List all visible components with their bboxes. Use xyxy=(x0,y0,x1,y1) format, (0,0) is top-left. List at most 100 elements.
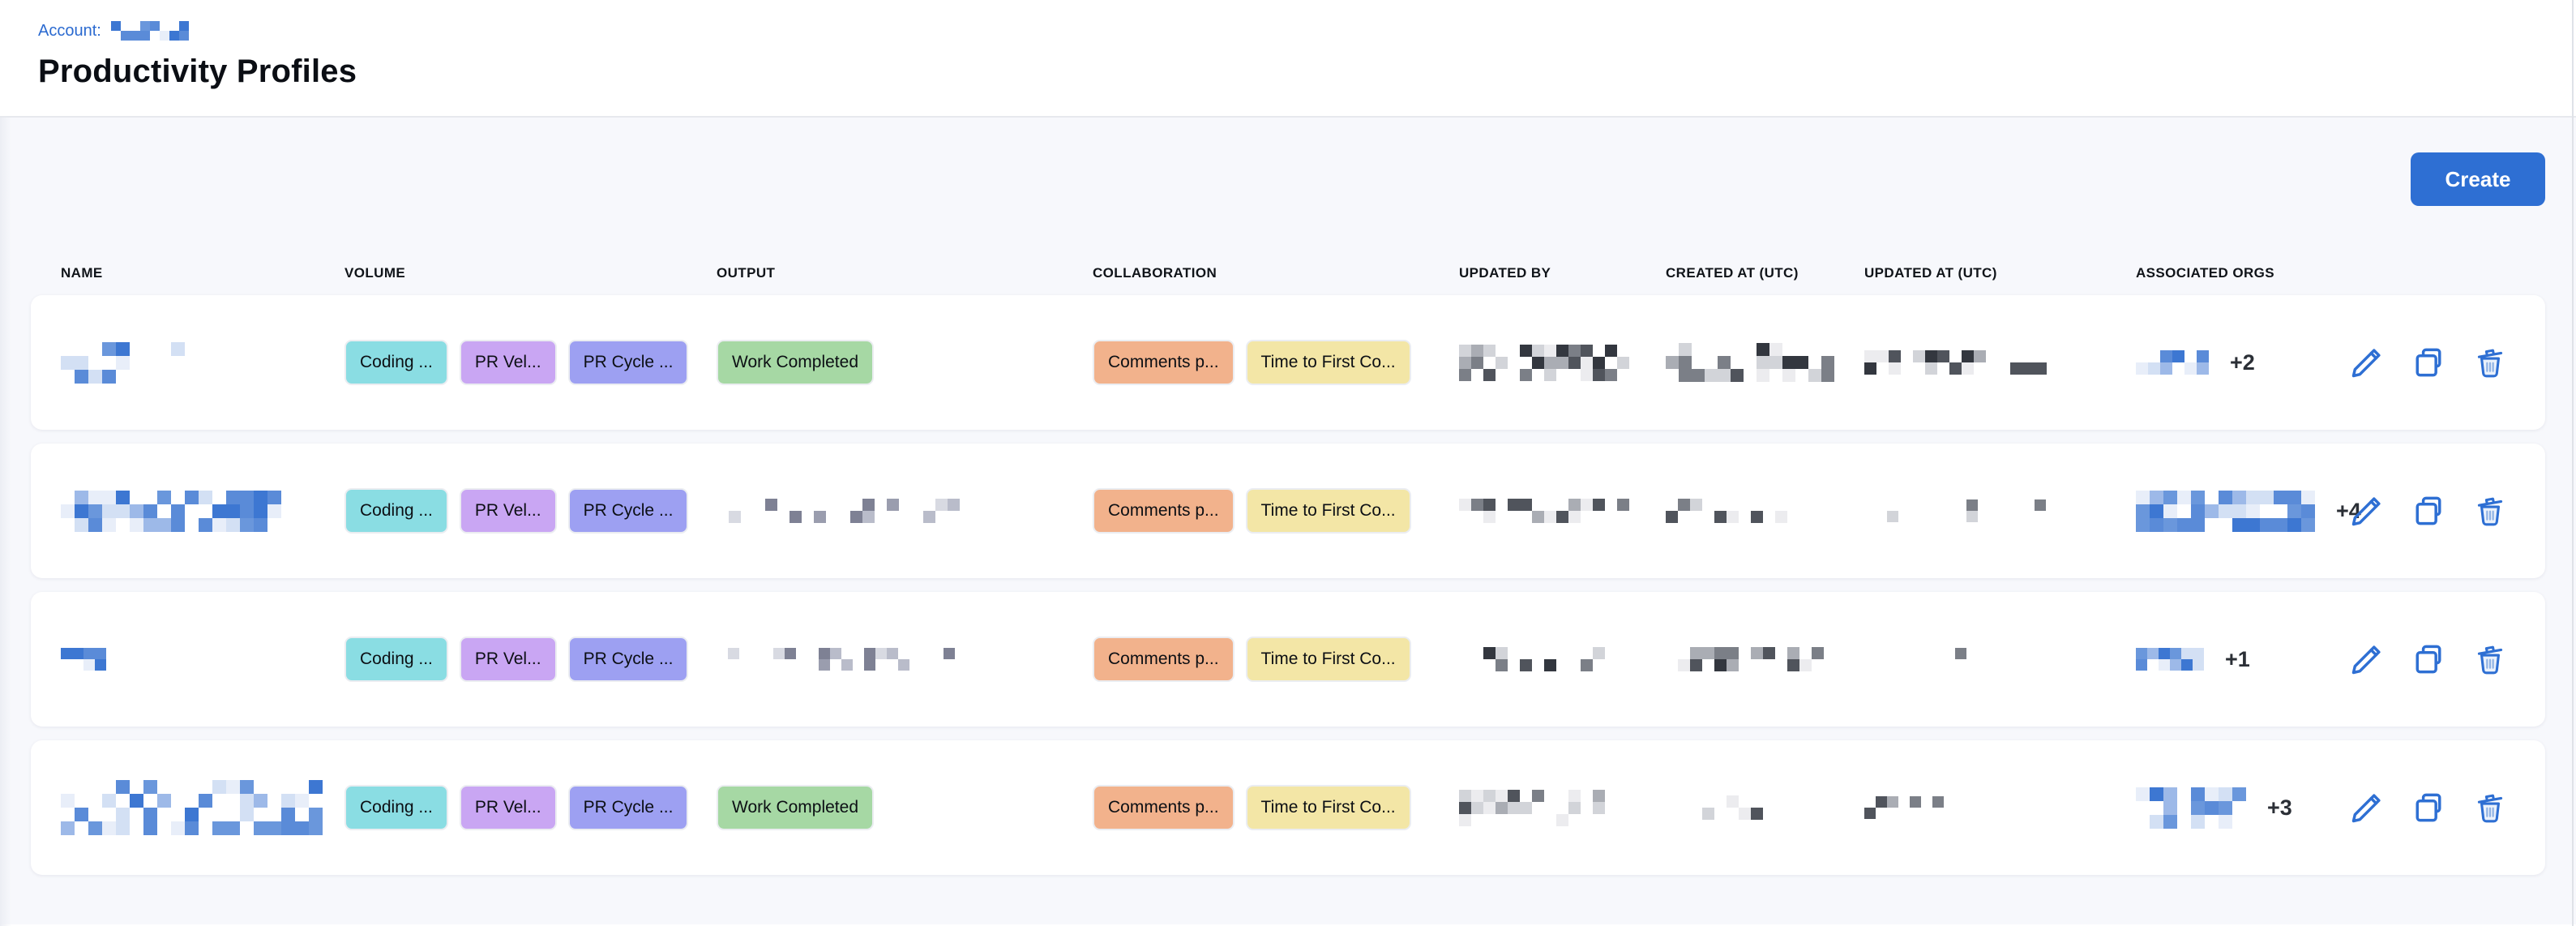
orgs-mosaic xyxy=(2136,648,2204,671)
created-at-mosaic xyxy=(1666,343,1834,382)
left-edge-shade xyxy=(0,118,11,926)
column-header-updated-by: UPDATED BY xyxy=(1459,265,1666,281)
table-row: Coding ...PR Vel...PR Cycle ... Comments… xyxy=(31,444,2545,578)
created-at-mosaic xyxy=(1666,795,1763,820)
updated-at-redacted xyxy=(1864,796,2136,819)
collaboration-chip: Comments p... xyxy=(1093,340,1235,385)
delete-button[interactable] xyxy=(2472,641,2508,677)
volume-chip: PR Cycle ... xyxy=(568,785,689,830)
table-header-row: NAME VOLUME OUTPUT COLLABORATION UPDATED… xyxy=(31,251,2545,295)
name-mosaic xyxy=(61,780,323,835)
collaboration-metrics-cell: Comments p...Time to First Co... xyxy=(1093,340,1459,385)
table-row: Coding ...PR Vel...PR Cycle ... Comments… xyxy=(31,592,2545,727)
collaboration-chip: Comments p... xyxy=(1093,637,1235,682)
account-name-mosaic xyxy=(111,21,189,41)
created-at-mosaic xyxy=(1666,499,1787,523)
volume-chip: Coding ... xyxy=(344,340,448,385)
row-actions xyxy=(2334,493,2545,529)
volume-chip: PR Vel... xyxy=(460,637,557,682)
table-row: Coding ... PR Vel...PR Cycle ... Work Com… xyxy=(31,740,2545,875)
output-chip: Work Completed xyxy=(717,785,874,830)
created-at-redacted xyxy=(1666,795,1864,820)
edit-pencil-icon xyxy=(2349,493,2385,529)
volume-metrics-cell: Coding ...PR Vel...PR Cycle ... xyxy=(344,340,717,385)
column-header-volume: VOLUME xyxy=(344,265,717,281)
delete-trash-icon xyxy=(2472,345,2508,380)
updated-at-mosaic xyxy=(1864,648,2046,671)
orgs-mosaic xyxy=(2136,350,2209,375)
duplicate-button[interactable] xyxy=(2411,790,2446,825)
updated-by-redacted xyxy=(1459,345,1666,381)
updated-at-mosaic xyxy=(1864,796,1944,819)
main-content: Create NAME VOLUME OUTPUT COLLABORATION … xyxy=(0,118,2576,924)
edit-button[interactable] xyxy=(2349,641,2385,677)
associated-orgs-cell: +1 xyxy=(2136,647,2334,672)
collaboration-chip: Time to First Co... xyxy=(1246,785,1411,830)
column-header-updated-at: UPDATED AT (UTC) xyxy=(1864,265,2136,281)
output-metrics-cell: Work Completed xyxy=(717,340,1093,385)
volume-metrics-cell: Coding ...PR Vel...PR Cycle ... xyxy=(344,488,717,534)
collaboration-chip: Comments p... xyxy=(1093,785,1235,830)
delete-trash-icon xyxy=(2472,641,2508,677)
column-header-name: NAME xyxy=(61,265,344,281)
updated-by-redacted xyxy=(1459,499,1666,523)
profile-name-redacted xyxy=(61,780,344,835)
scrollbar-track[interactable] xyxy=(2572,0,2574,926)
output-metrics-cell xyxy=(717,499,1093,523)
table-row: Coding ...PR Vel...PR Cycle ... Work Com… xyxy=(31,295,2545,430)
column-header-collaboration: COLLABORATION xyxy=(1093,265,1459,281)
duplicate-button[interactable] xyxy=(2411,345,2446,380)
created-at-redacted xyxy=(1666,647,1864,671)
volume-chip: PR Cycle ... xyxy=(568,340,689,385)
edit-button[interactable] xyxy=(2349,493,2385,529)
duplicate-button[interactable] xyxy=(2411,493,2446,529)
delete-button[interactable] xyxy=(2472,790,2508,825)
name-mosaic xyxy=(61,648,106,671)
account-name-redacted xyxy=(111,21,189,41)
duplicate-copy-icon xyxy=(2411,493,2446,529)
orgs-more-count: +1 xyxy=(2225,647,2250,672)
orgs-more-count: +2 xyxy=(2230,350,2255,375)
name-mosaic xyxy=(61,342,199,384)
create-button[interactable]: Create xyxy=(2411,152,2545,206)
row-actions xyxy=(2334,790,2545,825)
output-mosaic xyxy=(717,648,955,671)
duplicate-button[interactable] xyxy=(2411,641,2446,677)
column-header-output: OUTPUT xyxy=(717,265,1093,281)
volume-chip: Coding ... xyxy=(344,488,448,534)
duplicate-copy-icon xyxy=(2411,345,2446,380)
edit-pencil-icon xyxy=(2349,345,2385,380)
output-metrics-cell xyxy=(717,648,1093,671)
column-header-associated-orgs: ASSOCIATED ORGS xyxy=(2136,265,2334,281)
delete-button[interactable] xyxy=(2472,345,2508,380)
collaboration-chip: Time to First Co... xyxy=(1246,488,1411,534)
updated-at-redacted xyxy=(1864,350,2136,375)
account-link[interactable]: Account: xyxy=(38,19,2576,42)
account-label: Account: xyxy=(38,22,101,41)
row-actions xyxy=(2334,345,2545,380)
duplicate-copy-icon xyxy=(2411,790,2446,825)
associated-orgs-cell: +2 xyxy=(2136,350,2334,375)
output-mosaic xyxy=(717,499,960,523)
updated-by-mosaic xyxy=(1459,790,1605,826)
volume-chip: Coding ... xyxy=(344,785,448,830)
output-chip: Work Completed xyxy=(717,340,874,385)
volume-chip: PR Cycle ... xyxy=(568,488,689,534)
updated-at-mosaic xyxy=(1864,350,2071,375)
column-header-created-at: CREATED AT (UTC) xyxy=(1666,265,1864,281)
created-at-mosaic xyxy=(1666,647,1824,671)
collaboration-chip: Comments p... xyxy=(1093,488,1235,534)
volume-chip: PR Vel... xyxy=(460,785,557,830)
edit-pencil-icon xyxy=(2349,641,2385,677)
collaboration-metrics-cell: Comments p...Time to First Co... xyxy=(1093,488,1459,534)
collaboration-metrics-cell: Comments p...Time to First Co... xyxy=(1093,637,1459,682)
updated-by-redacted xyxy=(1459,790,1666,826)
associated-orgs-cell: +4 xyxy=(2136,491,2334,532)
edit-button[interactable] xyxy=(2349,345,2385,380)
updated-at-mosaic xyxy=(1864,499,2046,522)
edit-button[interactable] xyxy=(2349,790,2385,825)
delete-button[interactable] xyxy=(2472,493,2508,529)
delete-trash-icon xyxy=(2472,493,2508,529)
profile-name-redacted xyxy=(61,491,344,532)
collaboration-metrics-cell: Comments p...Time to First Co... xyxy=(1093,785,1459,830)
